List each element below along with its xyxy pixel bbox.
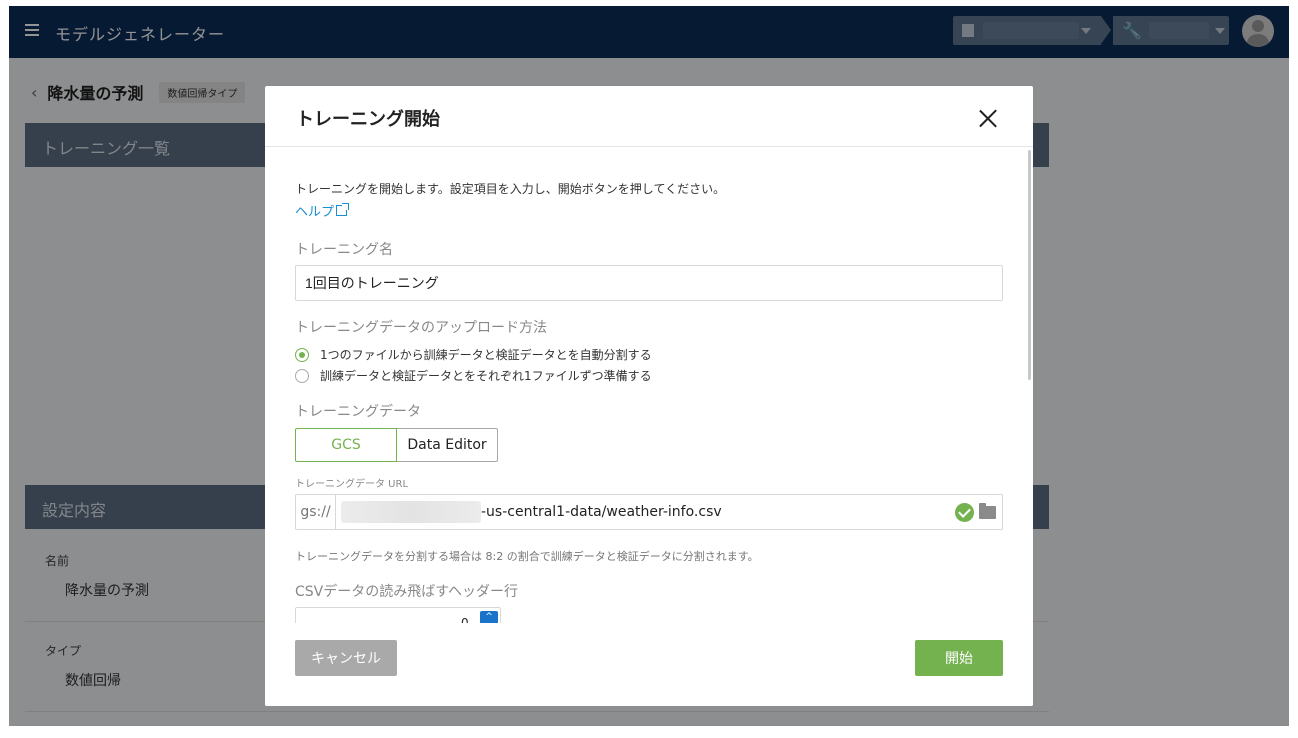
training-data-url-field[interactable]: gs:// -us-central1-data/weather-info.csv <box>295 494 1003 530</box>
dialog-title: トレーニング開始 <box>296 109 440 130</box>
radio-auto-split[interactable]: 1つのファイルから訓練データと検証データとを自動分割する <box>295 346 652 363</box>
radio-unchecked[interactable] <box>295 368 309 383</box>
radio-separate-files-label: 訓練データと検証データとをそれぞれ1ファイルずつ準備する <box>320 369 652 383</box>
help-link-label: ヘルプ <box>295 205 335 220</box>
dialog-scrollbar[interactable] <box>1028 150 1031 380</box>
valid-check-icon <box>955 503 974 522</box>
url-prefix: gs:// <box>296 495 336 529</box>
training-data-url-label: トレーニングデータ URL <box>295 479 409 490</box>
training-name-input[interactable] <box>295 265 1003 301</box>
source-toggle: GCS Data Editor <box>295 428 498 462</box>
split-note: トレーニングデータを分割する場合は 8:2 の割合で訓練データと検証データに分割… <box>295 550 759 563</box>
chevron-up-icon[interactable]: ^ <box>480 611 498 623</box>
upload-method-label: トレーニングデータのアップロード方法 <box>295 320 547 336</box>
csv-skip-header-input[interactable]: 0 ^ <box>295 607 501 623</box>
dialog-header: トレーニング開始 <box>265 86 1033 147</box>
radio-separate-files[interactable]: 訓練データと検証データとをそれぞれ1ファイルずつ準備する <box>295 367 652 384</box>
intro-text: トレーニングを開始します。設定項目を入力し、開始ボタンを押してください。 <box>295 182 726 196</box>
training-name-label: トレーニング名 <box>295 242 393 258</box>
dialog-footer: キャンセル 開始 <box>265 623 1033 706</box>
url-value[interactable]: -us-central1-data/weather-info.csv <box>481 504 722 520</box>
tab-gcs[interactable]: GCS <box>295 428 397 462</box>
start-button[interactable]: 開始 <box>915 640 1003 676</box>
bucket-name-redacted <box>341 501 481 523</box>
app-window: モデルジェネレーター 🔧 ‹ 降水量の予測 数値回帰タイプ トレーニング一覧 設… <box>9 6 1289 726</box>
close-icon[interactable] <box>975 106 1001 132</box>
csv-skip-value[interactable]: 0 <box>461 616 469 623</box>
dialog-body: トレーニングを開始します。設定項目を入力し、開始ボタンを押してください。 ヘルプ… <box>295 147 1005 623</box>
radio-checked[interactable] <box>295 347 309 362</box>
training-data-label: トレーニングデータ <box>295 404 421 420</box>
external-link-icon <box>336 203 350 216</box>
help-link[interactable]: ヘルプ <box>295 201 350 220</box>
radio-auto-split-label: 1つのファイルから訓練データと検証データとを自動分割する <box>320 348 652 362</box>
csv-skip-header-label: CSVデータの読み飛ばすヘッダー行 <box>295 584 518 600</box>
start-training-dialog: トレーニング開始 トレーニングを開始します。設定項目を入力し、開始ボタンを押して… <box>265 86 1033 706</box>
tab-data-editor[interactable]: Data Editor <box>397 428 498 462</box>
cancel-button[interactable]: キャンセル <box>295 640 397 676</box>
folder-icon[interactable] <box>979 503 996 519</box>
